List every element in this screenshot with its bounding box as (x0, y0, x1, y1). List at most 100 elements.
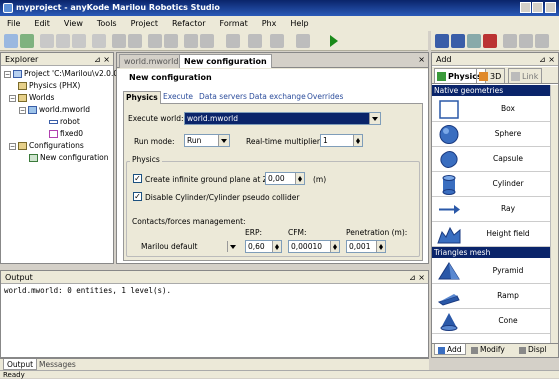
save-icon[interactable] (435, 34, 449, 48)
menu-edit[interactable]: Edit (27, 16, 57, 31)
zoom-icon[interactable] (200, 34, 214, 48)
ground-plane-label: Create infinite ground plane at Z= (145, 175, 275, 184)
ground-plane-input[interactable]: 0,00 (265, 172, 305, 185)
minimize-icon[interactable] (520, 2, 531, 13)
add-pyramid[interactable]: Pyramid (432, 259, 558, 284)
tree-item-worlds[interactable]: − Worlds (4, 92, 113, 104)
world-icon (28, 106, 37, 114)
new-icon[interactable] (4, 34, 18, 48)
snap-icon[interactable] (184, 34, 198, 48)
add-ramp[interactable]: Ramp (432, 284, 558, 309)
tree-item-physics[interactable]: Physics (PHX) (4, 80, 113, 92)
add-header: Add ⊿ × (432, 53, 558, 66)
copy2-icon[interactable] (519, 34, 533, 48)
menu-tools[interactable]: Tools (90, 16, 124, 31)
refresh-icon[interactable] (20, 34, 34, 48)
ray-icon (439, 205, 460, 214)
stepper-icon[interactable] (272, 241, 281, 252)
cut2-icon[interactable] (503, 34, 517, 48)
ground-plane-checkbox[interactable]: ✓ (133, 174, 142, 183)
stepper-icon[interactable] (330, 241, 339, 252)
chevron-down-icon[interactable] (218, 135, 229, 146)
joint-icon[interactable] (248, 34, 262, 48)
subtab-overrides[interactable]: Overrides (305, 91, 345, 104)
add-ray[interactable]: Ray (432, 197, 558, 222)
tree-item-world[interactable]: − world.mworld (4, 104, 113, 116)
contacts-select[interactable]: Marilou default (138, 240, 239, 253)
realtime-input[interactable]: 1 (320, 134, 363, 147)
rotate-icon[interactable] (164, 34, 178, 48)
add-cone[interactable]: Cone (432, 309, 558, 334)
menu-file[interactable]: File (0, 16, 27, 31)
align-icon[interactable] (112, 34, 126, 48)
add-capsule[interactable]: Capsule (432, 147, 558, 172)
tree-item-robot[interactable]: robot (4, 116, 113, 128)
penetration-input[interactable]: 0,001 (346, 240, 386, 253)
execute-world-select[interactable]: world.mworld (184, 112, 381, 125)
open-icon[interactable] (467, 34, 481, 48)
height-field-icon (437, 226, 461, 244)
menu-project[interactable]: Project (124, 16, 165, 31)
output-header: Output ⊿ × (1, 271, 428, 284)
tree-item-new-configuration[interactable]: New configuration (4, 152, 113, 164)
tree-item-configurations[interactable]: − Configurations (4, 140, 113, 152)
menu-format[interactable]: Format (213, 16, 255, 31)
add-box[interactable]: Box (432, 97, 558, 122)
disable-collider-checkbox[interactable]: ✓ (133, 192, 142, 201)
subtab-data-servers[interactable]: Data servers (197, 91, 249, 104)
menu-phx[interactable]: Phx (255, 16, 284, 31)
add-cylinder[interactable]: Cylinder (432, 172, 558, 197)
erp-input[interactable]: 0,60 (245, 240, 282, 253)
menu-refactor[interactable]: Refactor (165, 16, 213, 31)
chevron-down-icon[interactable] (227, 241, 238, 252)
save-all-icon[interactable] (451, 34, 465, 48)
chevron-down-icon[interactable] (369, 113, 380, 124)
paste2-icon[interactable] (535, 34, 549, 48)
tab-display[interactable]: Displ (516, 344, 550, 355)
tree-item-project[interactable]: − Project 'C:\Marilou\v2.0.0 (4, 68, 118, 80)
link-icon[interactable] (226, 34, 240, 48)
pin-icon[interactable]: ⊿ × (94, 53, 110, 66)
tab-add[interactable]: Add (434, 344, 466, 355)
stepper-icon[interactable] (295, 173, 304, 184)
subtab-physics[interactable]: Physics (123, 91, 161, 104)
tab-messages[interactable]: Messages (36, 359, 79, 370)
run-icon[interactable] (330, 35, 338, 47)
add-scrollbar[interactable] (550, 85, 558, 343)
subtab-data-exchange[interactable]: Data exchange (247, 91, 308, 104)
ramp-icon (437, 294, 460, 306)
run-mode-select[interactable]: Run (184, 134, 230, 147)
tree-item-fixed0[interactable]: fixed0 (4, 128, 113, 140)
tab-output[interactable]: Output (3, 359, 38, 370)
grid-icon[interactable] (128, 34, 142, 48)
maximize-icon[interactable] (532, 2, 543, 13)
menu-view[interactable]: View (57, 16, 90, 31)
add-panel: Add ⊿ × Physics 3D Link Native geometrie… (431, 52, 559, 358)
close-icon[interactable] (545, 2, 556, 13)
add-sphere[interactable]: Sphere (432, 122, 558, 147)
copy-icon[interactable] (56, 34, 70, 48)
tab-link[interactable]: Link (508, 68, 543, 83)
move-icon[interactable] (148, 34, 162, 48)
subtab-execute[interactable]: Execute (161, 91, 195, 104)
cone-icon (440, 313, 458, 331)
pin-icon[interactable]: ⊿ × (539, 53, 555, 66)
build-icon[interactable] (296, 34, 310, 48)
pin-icon[interactable]: ⊿ × (409, 271, 425, 284)
menu-help[interactable]: Help (283, 16, 315, 31)
close-tab-icon[interactable]: × (418, 55, 425, 64)
cfm-input[interactable]: 0,00010 (288, 240, 340, 253)
tab-new-configuration[interactable]: New configuration (179, 54, 272, 68)
stepper-icon[interactable] (376, 241, 385, 252)
tool-icon[interactable] (92, 34, 106, 48)
stepper-icon[interactable] (353, 135, 362, 146)
tab-modify[interactable]: Modify (468, 344, 508, 355)
add-height-field[interactable]: Height field (432, 222, 558, 247)
sensor-icon[interactable] (270, 34, 284, 48)
paste-icon[interactable] (72, 34, 86, 48)
run-mode-label: Run mode: (134, 137, 175, 146)
tab-3d[interactable]: 3D (476, 68, 506, 83)
cut-icon[interactable] (40, 34, 54, 48)
delete-icon[interactable] (483, 34, 497, 48)
tab-world[interactable]: world.mworld (119, 54, 184, 68)
